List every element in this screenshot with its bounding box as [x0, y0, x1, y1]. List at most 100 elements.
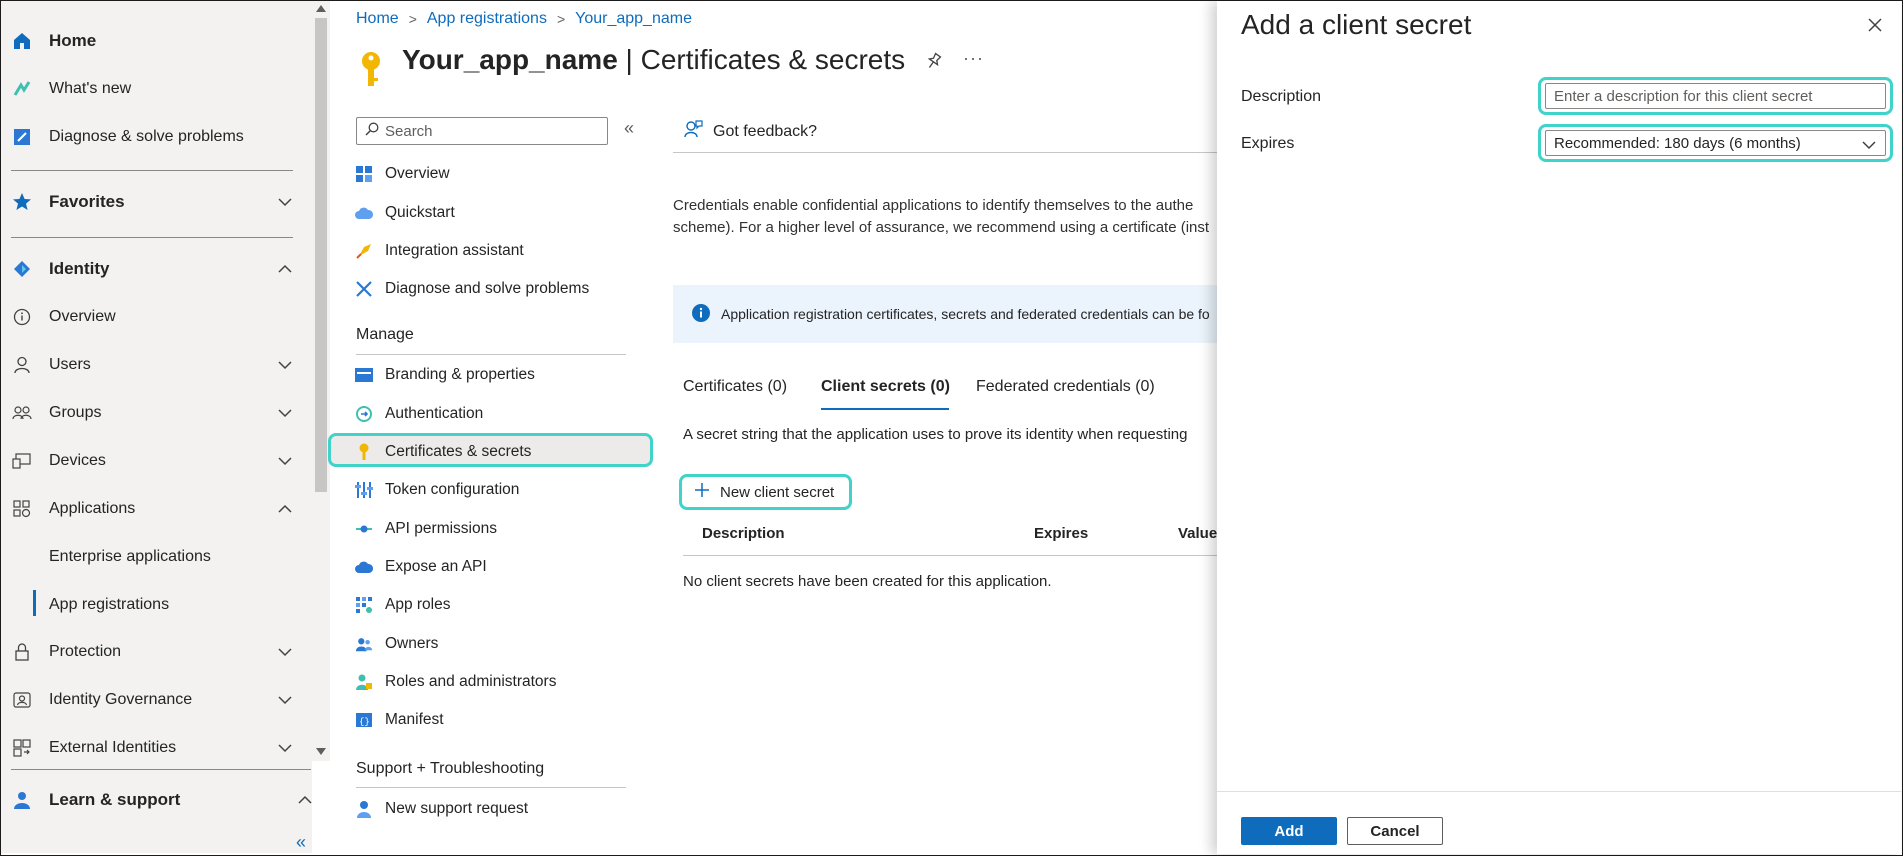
menu-token-configuration[interactable]: Token configuration	[355, 475, 519, 505]
description-input[interactable]	[1554, 87, 1885, 105]
nav-app-registrations[interactable]: App registrations	[49, 596, 169, 614]
menu-certificates-secrets[interactable]: Certificates & secrets	[355, 437, 531, 467]
key-icon	[355, 443, 373, 461]
description-line-1: Credentials enable confidential applicat…	[673, 197, 1194, 214]
menu-diagnose[interactable]: Diagnose and solve problems	[355, 274, 589, 304]
add-button[interactable]: Add	[1241, 817, 1337, 845]
rocket-icon	[355, 242, 373, 260]
key-icon	[362, 52, 380, 86]
chevron-up-icon	[298, 795, 312, 804]
nav-whats-new[interactable]: What's new	[1, 69, 301, 109]
menu-token-label: Token configuration	[385, 481, 520, 498]
app-roles-icon	[355, 596, 373, 614]
pin-icon[interactable]	[925, 52, 943, 70]
menu-branding[interactable]: Branding & properties	[355, 360, 535, 390]
tab-client-secrets[interactable]: Client secrets (0)	[821, 378, 950, 396]
expires-label: Expires	[1241, 135, 1295, 152]
menu-integration-assistant[interactable]: Integration assistant	[355, 236, 524, 266]
chevron-down-icon	[278, 457, 292, 466]
nav-divider	[11, 237, 293, 238]
nav-identity-governance[interactable]: Identity Governance	[1, 680, 301, 720]
menu-authentication[interactable]: Authentication	[355, 399, 483, 429]
chevron-down-icon	[278, 696, 292, 705]
groups-icon	[11, 402, 33, 424]
chevron-down-icon	[278, 361, 292, 370]
nav-applications[interactable]: Applications	[1, 489, 301, 529]
section-divider	[356, 354, 626, 355]
more-options-button[interactable]: ···	[963, 48, 984, 69]
cloud-quickstart-icon	[355, 204, 373, 222]
breadcrumb-home[interactable]: Home	[356, 10, 399, 28]
external-identities-icon	[11, 737, 33, 759]
tab-certificates[interactable]: Certificates (0)	[683, 378, 787, 396]
menu-search-input[interactable]: Search	[356, 117, 608, 145]
nav-protection-label: Protection	[49, 643, 122, 660]
menu-quickstart[interactable]: Quickstart	[355, 198, 455, 228]
menu-new-support-request[interactable]: New support request	[355, 794, 528, 824]
nav-learn-support[interactable]: Learn & support	[1, 780, 321, 820]
expires-dropdown[interactable]: Recommended: 180 days (6 months)	[1545, 130, 1886, 156]
chevron-up-icon	[278, 264, 292, 273]
scroll-down-arrow-icon[interactable]	[316, 748, 326, 755]
menu-api-permissions-label: API permissions	[385, 520, 497, 537]
menu-manifest-label: Manifest	[385, 711, 444, 728]
nav-home-label: Home	[49, 31, 97, 50]
whats-new-icon	[11, 78, 33, 100]
api-permissions-icon	[355, 520, 373, 538]
column-header-expires: Expires	[1034, 525, 1089, 542]
description-label: Description	[1241, 88, 1322, 105]
nav-diagnose[interactable]: Diagnose & solve problems	[1, 117, 301, 157]
nav-external-identities[interactable]: External Identities	[1, 728, 301, 768]
client-secrets-description: A secret string that the application use…	[683, 426, 1188, 443]
identity-diamond-icon	[11, 258, 33, 280]
menu-owners[interactable]: Owners	[355, 629, 438, 659]
collapse-nav-button[interactable]: «	[296, 832, 306, 853]
menu-roles-admins-label: Roles and administrators	[385, 673, 557, 690]
menu-manifest[interactable]: {} Manifest	[355, 705, 444, 735]
menu-api-permissions[interactable]: API permissions	[355, 514, 497, 544]
breadcrumb-app-registrations[interactable]: App registrations	[427, 10, 547, 28]
scroll-up-arrow-icon[interactable]	[316, 5, 326, 12]
menu-quickstart-label: Quickstart	[385, 204, 455, 221]
search-placeholder: Search	[385, 122, 433, 140]
chevron-down-icon	[278, 198, 292, 207]
chevron-right-icon: >	[556, 11, 566, 27]
menu-expose-api-label: Expose an API	[385, 558, 487, 575]
home-icon	[11, 30, 33, 52]
feedback-icon	[683, 119, 703, 144]
nav-identity-governance-label: Identity Governance	[49, 691, 193, 708]
menu-integration-assistant-label: Integration assistant	[385, 242, 524, 259]
nav-identity[interactable]: Identity	[1, 249, 301, 289]
menu-app-roles[interactable]: App roles	[355, 590, 450, 620]
chevron-down-icon	[1862, 141, 1876, 150]
column-header-value: Value	[1178, 525, 1218, 542]
nav-overview[interactable]: Overview	[1, 297, 301, 337]
menu-roles-administrators[interactable]: Roles and administrators	[355, 667, 556, 697]
nav-home[interactable]: Home	[1, 21, 301, 61]
authentication-icon	[355, 405, 373, 423]
tab-federated-credentials[interactable]: Federated credentials (0)	[976, 378, 1155, 396]
nav-groups[interactable]: Groups	[1, 393, 301, 433]
menu-overview[interactable]: Overview	[355, 159, 450, 189]
svg-text:{}: {}	[359, 717, 370, 727]
nav-protection[interactable]: Protection	[1, 632, 301, 672]
got-feedback-button[interactable]: Got feedback?	[683, 119, 817, 144]
column-header-description: Description	[702, 525, 785, 542]
token-config-icon	[355, 481, 373, 499]
nav-divider	[11, 170, 293, 171]
collapse-menu-button[interactable]: «	[624, 118, 634, 139]
close-icon[interactable]	[1867, 17, 1883, 33]
nav-favorites[interactable]: Favorites	[1, 182, 301, 222]
menu-certificates-label: Certificates & secrets	[385, 443, 532, 460]
breadcrumb-app[interactable]: Your_app_name	[575, 10, 692, 28]
active-tab-underline	[821, 408, 949, 410]
nav-devices[interactable]: Devices	[1, 441, 301, 481]
nav-enterprise-apps[interactable]: Enterprise applications	[49, 548, 211, 566]
cancel-button[interactable]: Cancel	[1347, 817, 1443, 845]
nav-users[interactable]: Users	[1, 345, 301, 385]
scrollbar-thumb[interactable]	[315, 18, 327, 492]
menu-expose-api[interactable]: Expose an API	[355, 552, 487, 582]
info-circle-icon	[11, 306, 33, 328]
nav-overview-label: Overview	[49, 308, 116, 325]
new-client-secret-button[interactable]: New client secret	[679, 474, 852, 510]
